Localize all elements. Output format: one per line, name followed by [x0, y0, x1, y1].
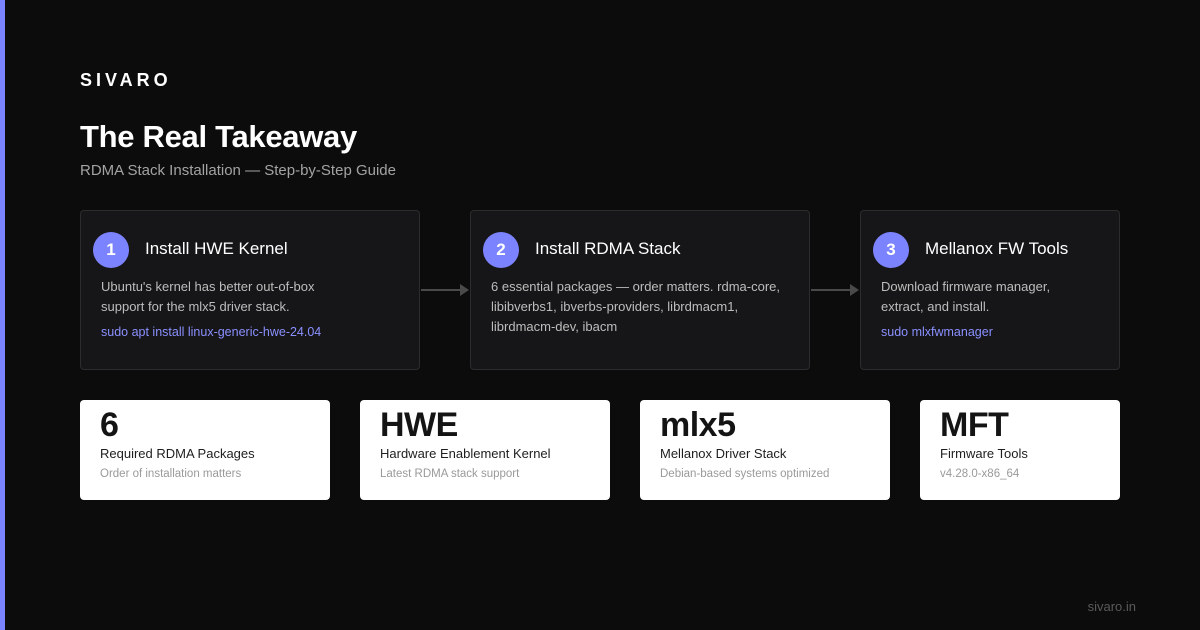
- step-description: 6 essential packages — order matters. rd…: [491, 279, 781, 334]
- accent-bar: [0, 0, 5, 630]
- step-number-badge: 1: [93, 232, 129, 268]
- step-description: Download firmware manager, extract, and …: [881, 279, 1051, 314]
- arrow-icon: [811, 284, 859, 296]
- stat-card-hwe: HWE Hardware Enablement Kernel Latest RD…: [360, 400, 610, 500]
- step-command: sudo apt install linux-generic-hwe-24.04: [101, 325, 322, 339]
- stat-value: mlx5: [660, 406, 736, 444]
- stat-label: Required RDMA Packages: [100, 446, 255, 461]
- stat-value: HWE: [380, 406, 458, 444]
- stat-card-packages: 6 Required RDMA Packages Order of instal…: [80, 400, 330, 500]
- stat-label: Firmware Tools: [940, 446, 1028, 461]
- stat-value: MFT: [940, 406, 1009, 444]
- arrow-icon: [421, 284, 469, 296]
- stat-card-mft: MFT Firmware Tools v4.28.0-x86_64: [920, 400, 1120, 500]
- step-title: Mellanox FW Tools: [925, 239, 1069, 258]
- stat-subtext: v4.28.0-x86_64: [940, 468, 1020, 480]
- step-title: Install HWE Kernel: [145, 239, 288, 258]
- step-title: Install RDMA Stack: [535, 239, 681, 258]
- stat-label: Mellanox Driver Stack: [660, 446, 787, 461]
- step-number-badge: 2: [483, 232, 519, 268]
- page-title: The Real Takeaway: [80, 119, 357, 154]
- footer-url: sivaro.in: [1087, 599, 1136, 614]
- step-description: Ubuntu's kernel has better out-of-box su…: [101, 279, 315, 314]
- step-command: sudo mlxfwmanager: [881, 325, 993, 339]
- brand-logo: SIVARO: [80, 70, 172, 90]
- stat-card-mlx5: mlx5 Mellanox Driver Stack Debian-based …: [640, 400, 890, 500]
- stat-value: 6: [100, 406, 119, 444]
- step-card-1: 1 Install HWE Kernel Ubuntu's kernel has…: [80, 210, 420, 370]
- step-card-2: 2 Install RDMA Stack 6 essential package…: [470, 210, 810, 370]
- stat-label: Hardware Enablement Kernel: [380, 446, 551, 461]
- step-description-block: Download firmware manager, extract, and …: [881, 277, 1079, 342]
- stat-subtext: Latest RDMA stack support: [380, 468, 520, 480]
- page-subtitle: RDMA Stack Installation — Step-by-Step G…: [80, 162, 396, 179]
- stat-subtext: Order of installation matters: [100, 468, 242, 480]
- step-number-badge: 3: [873, 232, 909, 268]
- step-description-block: 6 essential packages — order matters. rd…: [491, 277, 793, 337]
- step-card-3: 3 Mellanox FW Tools Download firmware ma…: [860, 210, 1120, 370]
- stat-subtext: Debian-based systems optimized: [660, 468, 830, 480]
- step-description-block: Ubuntu's kernel has better out-of-box su…: [101, 277, 359, 342]
